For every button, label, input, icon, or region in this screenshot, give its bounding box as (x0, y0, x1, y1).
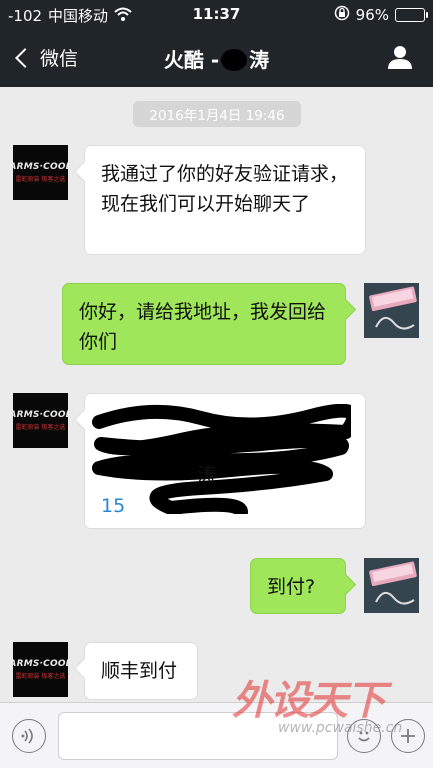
message-bubble-outgoing[interactable]: 到付? (250, 558, 346, 614)
redaction-blot (221, 49, 248, 71)
avatar-brand-subtext: 雷蛇原装 极客之选 (15, 424, 66, 431)
status-right: 96% (334, 5, 428, 25)
voice-icon[interactable] (12, 719, 46, 753)
emoji-icon[interactable] (347, 719, 381, 753)
avatar-brand-text: ARMS·COOL (13, 162, 68, 172)
redaction-scribble (92, 404, 351, 514)
my-avatar[interactable] (364, 558, 419, 613)
avatar-brand-subtext: 雷蛇原装 极客之选 (15, 673, 66, 680)
chat-title: 火酷 - 涛 (0, 44, 433, 73)
title-suffix: 涛 (249, 48, 270, 72)
nav-bar: 微信 火酷 -涛 (0, 32, 433, 82)
contact-avatar[interactable]: ARMS·COOL 雷蛇原装 极客之选 (13, 642, 68, 697)
phone-link-fragment[interactable]: 15 (101, 491, 125, 521)
message-bubble-incoming[interactable]: 顺丰到付 (84, 642, 198, 700)
orientation-lock-icon (334, 5, 350, 25)
message-input[interactable] (58, 712, 338, 760)
message-text: 我通过了你的好友验证请求，现在我们可以开始聊天了 (101, 163, 349, 215)
contact-avatar[interactable]: ARMS·COOL 雷蛇原装 极客之选 (13, 393, 68, 448)
title-prefix: 火酷 - (163, 48, 220, 72)
message-bubble-incoming[interactable]: 我通过了你的好友验证请求，现在我们可以开始聊天了 (84, 145, 366, 255)
battery-icon (395, 8, 428, 22)
avatar-brand-subtext: 雷蛇原装 极客之选 (15, 176, 66, 183)
message-text-fragment: 涛 (197, 464, 217, 486)
avatar-brand-text: ARMS·COOL (13, 410, 68, 420)
status-bar: -102 中国移动 11:37 96% (0, 0, 433, 28)
plus-icon[interactable] (391, 719, 425, 753)
contact-avatar[interactable]: ARMS·COOL 雷蛇原装 极客之选 (13, 145, 68, 200)
battery-percent: 96% (355, 6, 389, 24)
message-text: 到付? (267, 576, 316, 598)
input-bar (0, 702, 433, 768)
my-avatar[interactable] (364, 283, 419, 338)
chat-timestamp: 2016年1月4日 19:46 (133, 101, 301, 127)
avatar-brand-text: ARMS·COOL (13, 659, 68, 669)
top-bar: -102 中国移动 11:37 96% 微信 火酷 - 涛 (0, 0, 433, 87)
message-text: 顺丰到付 (101, 660, 178, 682)
message-text: 你好，请给我地址，我发回给你们 (79, 301, 327, 353)
message-bubble-outgoing[interactable]: 你好，请给我地址，我发回给你们 (62, 283, 346, 365)
message-bubble-incoming[interactable]: 涛 15 (84, 393, 366, 529)
person-icon[interactable] (387, 44, 413, 70)
